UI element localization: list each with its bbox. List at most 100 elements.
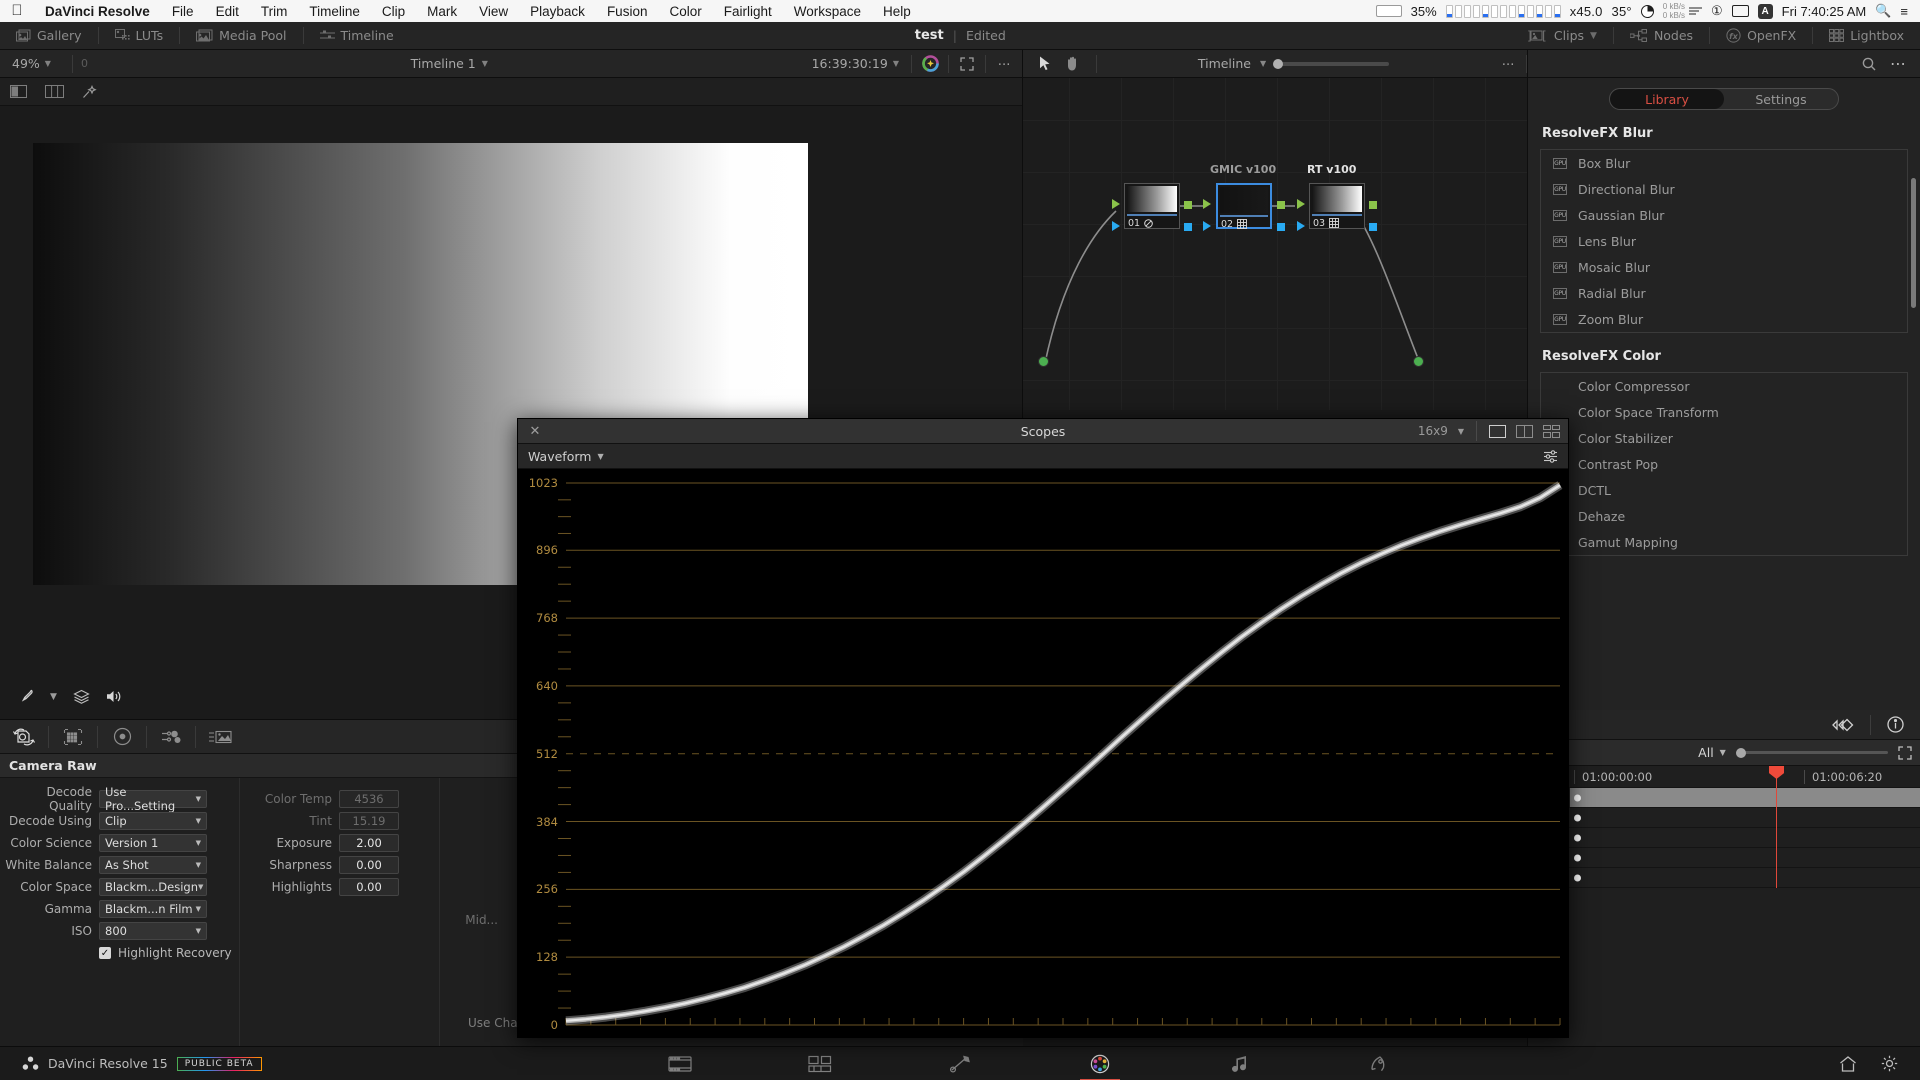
viewer-grid-overlay-icon[interactable] [45,85,64,98]
node-03-rgb-input[interactable] [1297,199,1305,209]
keyframe-track[interactable] [1570,808,1920,827]
field-select[interactable]: Use Pro...Setting ▼ [99,785,207,813]
search-icon[interactable] [1862,57,1876,71]
disable-icon[interactable] [1144,218,1153,228]
field-value[interactable]: 2.00 [339,834,399,852]
keyframe-marker[interactable] [1574,794,1581,801]
fx-item-box-blur[interactable]: GPU Box Blur [1541,150,1907,176]
page-fusion[interactable] [938,1049,982,1079]
fx-item-gamut-mapping[interactable]: Gamut Mapping [1541,529,1907,555]
signal-bars-icon[interactable] [1445,4,1561,18]
layout-double-icon[interactable] [1516,424,1533,438]
audio-volume-icon[interactable] [106,689,123,704]
field-sharpness[interactable]: Sharpness 0.00 [240,854,439,876]
scopes-window[interactable]: ✕ Scopes 16x9 ▼ Waveform ▼ 0 128 256 384… [517,418,1569,1038]
fx-item-lens-blur[interactable]: GPU Lens Blur [1541,228,1907,254]
field-select[interactable]: 800 ▼ [99,922,207,940]
keyframe-track[interactable] [1570,828,1920,847]
toolbar-timeline[interactable]: Timeline [304,22,410,50]
viewer-zoom-select[interactable]: 49% ▼ [0,56,72,71]
fx-item-directional-blur[interactable]: GPU Directional Blur [1541,176,1907,202]
keyframe-track[interactable] [1570,868,1920,887]
fx-item-gaussian-blur[interactable]: GPU Gaussian Blur [1541,202,1907,228]
node-01-key-input[interactable] [1112,221,1120,231]
apple-menu-icon[interactable]:  [0,3,34,20]
node-02-rgb-input[interactable] [1203,199,1211,209]
menu-app-name[interactable]: DaVinci Resolve [34,4,161,19]
node-01-key-output[interactable] [1184,223,1192,231]
fx-item-dctl[interactable]: DCTL [1541,477,1907,503]
keyframe-filter-select[interactable]: All ▼ [1698,745,1726,760]
menu-item-trim[interactable]: Trim [250,4,299,19]
keyframe-row-2[interactable]: 2 [1528,828,1920,848]
keyframe-marker[interactable] [1574,874,1581,881]
node-graph-canvas[interactable]: 01 GMIC v100 02 RT v100 03 [1023,78,1527,410]
node-02-box[interactable]: 02 [1216,183,1272,230]
keyframe-expand-icon[interactable] [1898,745,1912,760]
node-01[interactable]: 01 [1112,183,1192,231]
field-select[interactable]: As Shot ▼ [99,856,207,874]
keyframe-row-1[interactable]: 1 [1528,808,1920,828]
fx-item-radial-blur[interactable]: GPU Radial Blur [1541,280,1907,306]
tab-settings[interactable]: Settings [1724,89,1838,109]
viewer-fullscreen-button[interactable] [949,50,985,78]
field-decode-using[interactable]: Decode Using Clip ▼ [0,810,239,832]
viewer-options-button[interactable]: ⋯ [986,50,1022,78]
field-select[interactable]: Version 1 ▼ [99,834,207,852]
node-zoom-slider[interactable] [1273,58,1390,69]
menu-item-color[interactable]: Color [658,4,712,19]
menu-item-mark[interactable]: Mark [416,4,468,19]
info-icon[interactable] [1887,716,1904,733]
node-02[interactable]: GMIC v100 02 [1203,163,1285,231]
menu-item-file[interactable]: File [161,4,205,19]
field-gamma[interactable]: Gamma Blackm...n Film ▼ [0,898,239,920]
keyframe-marker[interactable] [1574,854,1581,861]
pie-progress-icon[interactable] [1640,4,1654,18]
field-iso[interactable]: ISO 800 ▼ [0,920,239,942]
node-01-box[interactable]: 01 [1124,183,1180,229]
output-endpoint[interactable] [1413,356,1424,367]
node-03[interactable]: RT v100 03 [1297,163,1377,231]
toolbar-media-pool[interactable]: Media Pool [180,22,302,50]
tool-color-wheels[interactable] [98,720,146,754]
field-color-space[interactable]: Color Space Blackm...Design ▼ [0,876,239,898]
display-icon[interactable] [1731,5,1749,17]
tool-camera-raw[interactable] [0,720,48,754]
fx-item-mosaic-blur[interactable]: GPU Mosaic Blur [1541,254,1907,280]
tab-library[interactable]: Library [1610,89,1724,109]
scope-settings-icon[interactable] [1543,449,1558,464]
keyframe-track[interactable] [1570,848,1920,867]
field-white-balance[interactable]: White Balance As Shot ▼ [0,854,239,876]
layout-single-icon[interactable] [1489,424,1506,438]
checkbox-checked-icon[interactable]: ✓ [99,947,111,959]
waveform-scope-graph[interactable]: 0 128 256 384 512 640 768 896 1023 [518,469,1568,1037]
keyframe-zoom-slider[interactable] [1735,747,1888,758]
page-edit[interactable] [798,1049,842,1079]
battery-icon[interactable] [1375,5,1402,17]
menu-clock[interactable]: Fri 7:40:25 AM [1782,4,1867,19]
fx-item-dehaze[interactable]: Dehaze [1541,503,1907,529]
viewer-magic-mask-icon[interactable] [82,84,97,99]
fx-scrollbar[interactable] [1911,178,1916,308]
control-center-icon[interactable]: ≡ [1900,4,1908,19]
keyframe-row-3[interactable]: 3 [1528,848,1920,868]
color-picker-icon[interactable] [20,689,34,704]
tool-color-match[interactable] [49,720,97,754]
field-value[interactable]: 0.00 [339,856,399,874]
keyframe-marker[interactable] [1574,814,1581,821]
network-activity-icon[interactable] [1689,7,1703,15]
node-02-rgb-output[interactable] [1277,201,1285,209]
chevron-down-icon[interactable]: ▼ [50,692,57,702]
input-source-icon[interactable]: A [1757,3,1773,19]
field-select[interactable]: Blackm...Design ▼ [99,878,207,896]
toolbar-lightbox[interactable]: Lightbox [1813,22,1920,50]
field-select[interactable]: Blackm...n Film ▼ [99,900,207,918]
keyframe-marker[interactable] [1574,834,1581,841]
fx-item-color-stabilizer[interactable]: Color Stabilizer [1541,425,1907,451]
fx-item-color-compressor[interactable]: Color Compressor [1541,373,1907,399]
node-02-key-output[interactable] [1277,223,1285,231]
node-graph-mode[interactable]: Timeline ▼ [1097,56,1490,71]
menu-item-fairlight[interactable]: Fairlight [713,4,783,19]
home-icon[interactable] [1839,1055,1857,1072]
keyframe-row-master[interactable] [1528,788,1920,808]
